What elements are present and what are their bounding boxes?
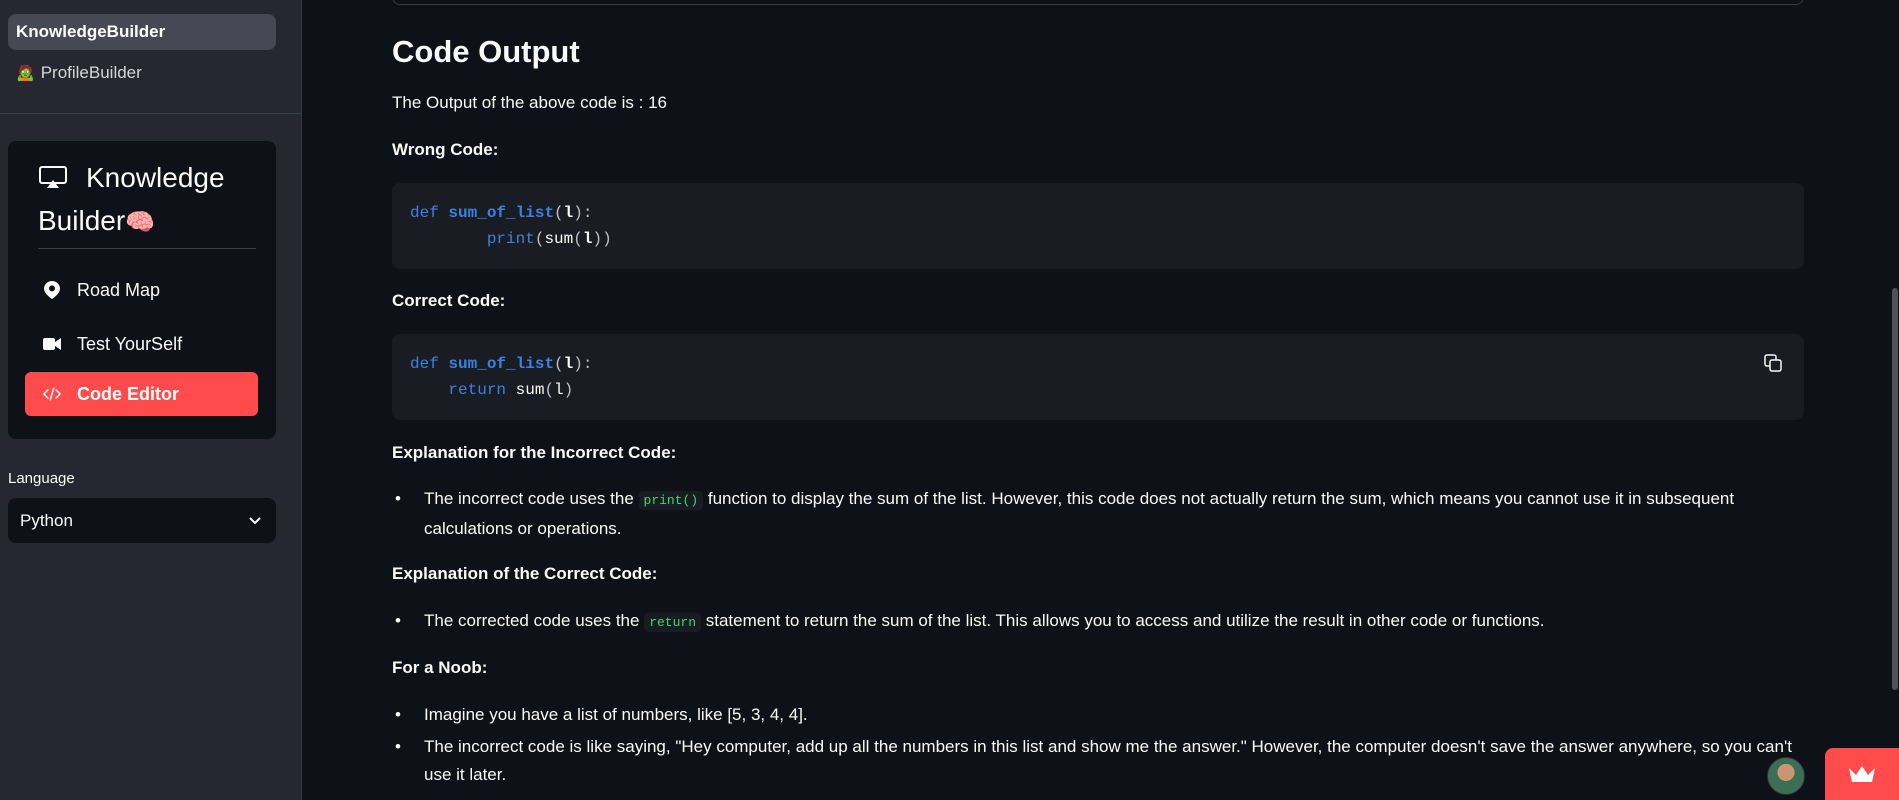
copy-icon[interactable] (1764, 354, 1784, 374)
menu-title-line1: Knowledge (86, 162, 225, 193)
video-camera-icon (43, 335, 61, 353)
scrollbar-thumb[interactable] (1892, 288, 1898, 690)
map-pin-icon (43, 281, 61, 299)
code-line: return sum(l) (448, 381, 574, 399)
language-select[interactable]: Python (8, 498, 276, 543)
code-slash-icon (43, 385, 61, 403)
avatar[interactable] (1767, 757, 1805, 795)
menu-item-road-map[interactable]: Road Map (25, 268, 258, 312)
list-item: • The incorrect code is like saying, "He… (392, 733, 1792, 789)
list-item: • The incorrect code uses the print() fu… (392, 485, 1792, 543)
previous-container-edge (392, 0, 1804, 5)
sidebar: KnowledgeBuilder 🧟 ProfileBuilder Knowle… (0, 0, 302, 800)
sidebar-divider (0, 113, 302, 114)
code-line: print(sum(l)) (486, 230, 612, 248)
page-heading: Code Output (392, 34, 580, 69)
inline-code: return (644, 613, 702, 632)
brain-emoji-icon: 🧠 (125, 209, 156, 237)
menu-title-line2: Builder (38, 205, 126, 237)
incorrect-explanation-label: Explanation for the Incorrect Code: (392, 443, 677, 462)
inline-code: print() (638, 491, 704, 510)
nav-item-label: ProfileBuilder (40, 63, 142, 82)
menu-separator (38, 248, 256, 249)
nav-item-label: KnowledgeBuilder (16, 22, 166, 41)
bullet-dot: • (395, 705, 401, 724)
menu-title: Knowledge Builder🧠 (38, 157, 248, 243)
menu-item-test-yourself[interactable]: Test YourSelf (25, 322, 258, 366)
output-text: The Output of the above code is : 16 (392, 93, 668, 112)
nav-item-profilebuilder[interactable]: 🧟 ProfileBuilder (8, 55, 276, 91)
code-line: def sum_of_list(l): (410, 204, 593, 222)
airplay-icon (38, 159, 68, 200)
list-item: • The corrected code uses the return sta… (392, 607, 1792, 637)
nav-item-knowledgebuilder[interactable]: KnowledgeBuilder (8, 14, 276, 50)
bullet-dot: • (395, 611, 401, 630)
option-menu: Knowledge Builder🧠 Road Map Test YourSel… (8, 141, 276, 439)
bullet-dot: • (395, 489, 401, 508)
wrong-code-label: Wrong Code: (392, 140, 499, 159)
bullet-dot: • (395, 737, 401, 756)
language-label: Language (8, 470, 75, 487)
code-line: def sum_of_list(l): (410, 355, 593, 373)
menu-item-label: Test YourSelf (77, 333, 183, 354)
chevron-down-icon (248, 511, 262, 531)
zombie-emoji-icon: 🧟 (16, 65, 35, 82)
language-select-value: Python (20, 510, 73, 530)
main-content: Code Output The Output of the above code… (303, 0, 1899, 800)
streamlit-crown-icon[interactable] (1825, 748, 1899, 800)
list-item: • Imagine you have a list of numbers, li… (392, 701, 1792, 729)
correct-code-block[interactable]: def sum_of_list(l): return sum(l) (392, 334, 1804, 420)
wrong-code-block[interactable]: def sum_of_list(l): print(sum(l)) (392, 183, 1804, 269)
menu-item-label: Road Map (77, 279, 161, 300)
menu-item-label: Code Editor (77, 383, 179, 404)
correct-explanation-label: Explanation of the Correct Code: (392, 564, 658, 583)
scrollbar[interactable] (1891, 0, 1899, 800)
correct-code-label: Correct Code: (392, 291, 506, 310)
menu-item-code-editor[interactable]: Code Editor (25, 372, 258, 416)
noob-label: For a Noob: (392, 658, 488, 677)
